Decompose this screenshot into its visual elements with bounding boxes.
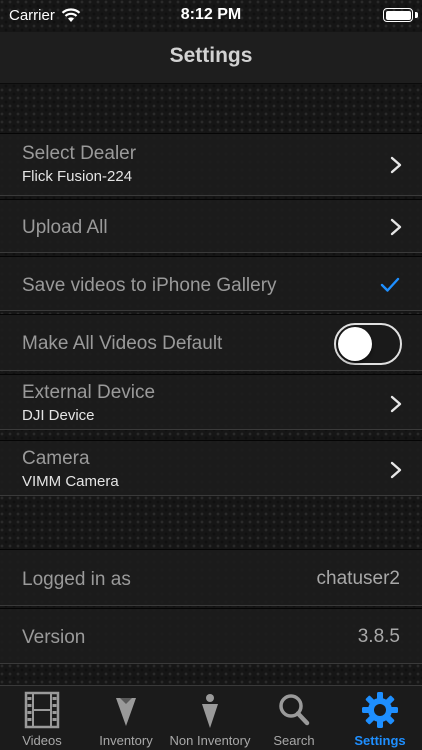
chevron-right-icon bbox=[390, 395, 402, 413]
upload-all-label: Upload All bbox=[22, 217, 108, 238]
chevron-right-icon bbox=[390, 218, 402, 236]
battery-icon bbox=[383, 8, 413, 22]
tab-inventory[interactable]: Inventory bbox=[84, 686, 168, 750]
gear-icon bbox=[362, 692, 398, 728]
funnel-icon bbox=[116, 698, 136, 726]
default-videos-label: Make All Videos Default bbox=[22, 333, 223, 354]
person-pin-icon bbox=[202, 694, 218, 728]
default-videos-toggle[interactable] bbox=[334, 323, 402, 365]
tab-label: Videos bbox=[22, 733, 62, 748]
tab-label: Non Inventory bbox=[169, 733, 251, 748]
magnifier-icon bbox=[279, 694, 310, 726]
save-gallery-label: Save videos to iPhone Gallery bbox=[22, 275, 277, 296]
select-dealer-cell[interactable]: Select Dealer Flick Fusion-224 bbox=[0, 133, 422, 196]
external-device-cell[interactable]: External Device DJI Device bbox=[0, 374, 422, 430]
status-time: 8:12 PM bbox=[180, 6, 242, 23]
tab-non-inventory[interactable]: Non Inventory bbox=[168, 686, 252, 750]
tab-settings[interactable]: Settings bbox=[338, 686, 422, 750]
toggle-knob bbox=[338, 327, 372, 361]
film-strip-icon bbox=[24, 691, 60, 729]
tab-bar: Videos Inventory Non Inventory Search Se… bbox=[0, 685, 422, 750]
tab-search[interactable]: Search bbox=[252, 686, 336, 750]
external-device-label: External Device bbox=[22, 382, 156, 403]
upload-all-cell[interactable]: Upload All bbox=[0, 199, 422, 253]
tab-label: Settings bbox=[354, 733, 406, 748]
version-value: 3.8.5 bbox=[357, 626, 400, 647]
camera-cell[interactable]: Camera VIMM Camera bbox=[0, 440, 422, 496]
checkmark-icon bbox=[380, 277, 400, 292]
version-cell: Version 3.8.5 bbox=[0, 608, 422, 664]
chevron-right-icon bbox=[390, 461, 402, 479]
save-gallery-cell[interactable]: Save videos to iPhone Gallery bbox=[0, 256, 422, 311]
tab-label: Search bbox=[273, 733, 315, 748]
status-bar: Carrier 8:12 PM bbox=[0, 0, 422, 32]
version-label: Version bbox=[22, 627, 86, 648]
camera-value: VIMM Camera bbox=[22, 473, 119, 490]
dealer-value: Flick Fusion-224 bbox=[22, 168, 133, 185]
battery-cap bbox=[415, 12, 418, 18]
external-device-value: DJI Device bbox=[22, 407, 95, 424]
page-title: Settings bbox=[169, 44, 253, 67]
tab-label: Inventory bbox=[99, 733, 153, 748]
navigation-bar: Settings bbox=[0, 32, 422, 84]
chevron-right-icon bbox=[390, 156, 402, 174]
tab-videos[interactable]: Videos bbox=[0, 686, 84, 750]
camera-label: Camera bbox=[22, 448, 90, 469]
logged-in-cell: Logged in as chatuser2 bbox=[0, 549, 422, 606]
logged-in-label: Logged in as bbox=[22, 569, 131, 590]
default-videos-cell: Make All Videos Default bbox=[0, 314, 422, 371]
username-value: chatuser2 bbox=[316, 568, 400, 589]
select-dealer-label: Select Dealer bbox=[22, 143, 137, 164]
